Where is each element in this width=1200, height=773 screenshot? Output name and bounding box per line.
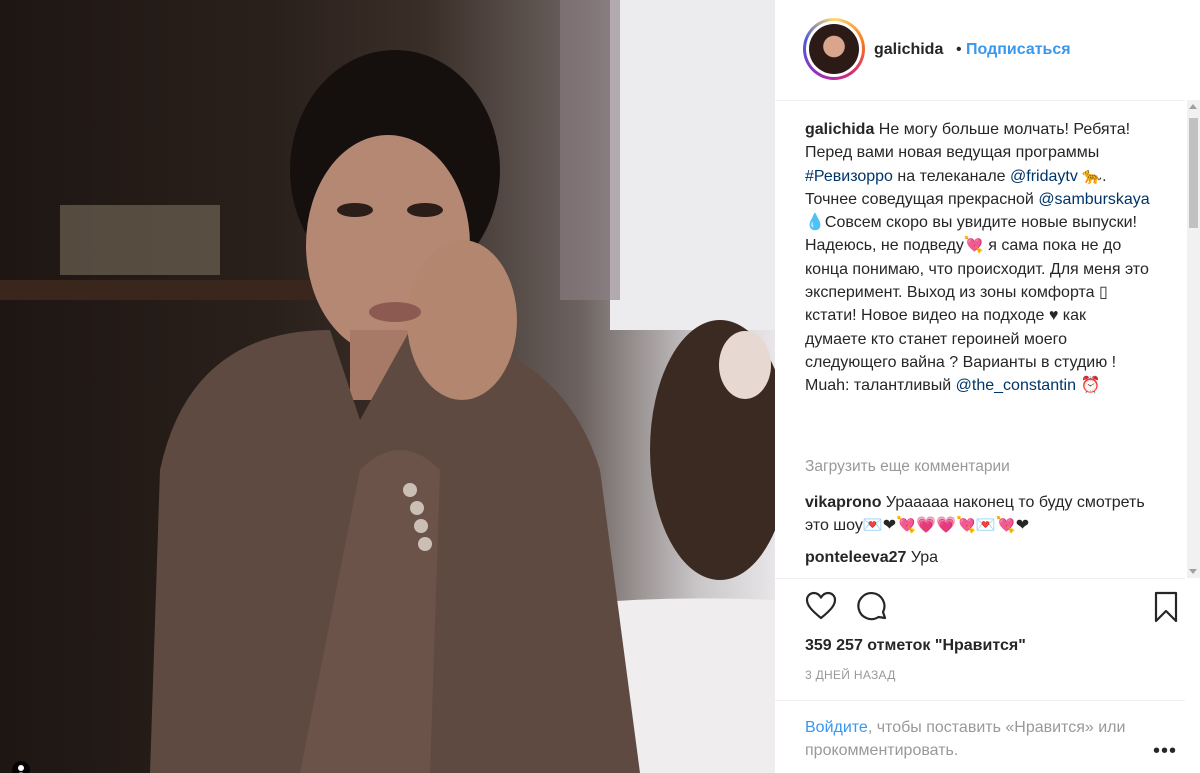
likes-count[interactable]: 359 257 отметок "Нравится" [805,637,1026,655]
mention-link[interactable]: @fridaytv [1010,168,1078,185]
scroll-down-icon[interactable] [1189,569,1197,574]
bookmark-icon[interactable] [1153,591,1179,628]
more-options-icon[interactable]: ••• [1153,740,1177,763]
mention-link[interactable]: @samburskaya [1038,191,1149,208]
post-header: galichida • Подписаться [775,0,1185,101]
action-bar [775,578,1185,639]
load-more-comments-link[interactable]: Загрузить еще комментарии [805,458,1010,476]
caption-text: ⏰ [1076,377,1101,395]
comment-icon[interactable] [857,591,889,628]
caption-username-link[interactable]: galichida [805,121,874,138]
header-separator: • [956,41,962,58]
login-link[interactable]: Войдите [805,719,868,736]
comment-item: ponteleeva27 Ура [805,546,1150,569]
login-divider [775,700,1185,701]
photo-illustration [0,0,775,773]
caption: galichida Не могу больше молчать! Ребята… [805,118,1150,398]
scroll-up-icon[interactable] [1189,104,1197,109]
scrollbar-thumb[interactable] [1189,118,1198,228]
avatar[interactable] [803,18,865,80]
post-photo[interactable] [0,0,775,773]
follow-button[interactable]: Подписаться [966,41,1071,59]
comment-text: Ура [906,549,939,566]
comments-scrollbar[interactable] [1187,100,1200,578]
heart-icon[interactable] [805,591,837,626]
hashtag-link[interactable]: #Ревизорро [805,168,893,185]
caption-text: на телеканале [892,167,1010,185]
post-side-panel: galichida • Подписаться galichida Не мог… [775,0,1200,773]
header-username-link[interactable]: galichida [874,41,943,59]
avatar-image [809,24,859,74]
login-prompt: Войдите, чтобы поставить «Нравится» или … [805,716,1135,762]
mention-link[interactable]: @the_constantin [956,377,1076,394]
comment-username-link[interactable]: vikaprono [805,494,881,511]
post-timestamp[interactable]: 3 ДНЕЙ НАЗАД [805,668,896,682]
comment-item: vikaprono Урааааа наконец то буду смотре… [805,491,1150,538]
comment-username-link[interactable]: ponteleeva27 [805,549,906,566]
caption-text: 💧Совсем скоро вы увидите новые выпуски! … [805,214,1149,395]
